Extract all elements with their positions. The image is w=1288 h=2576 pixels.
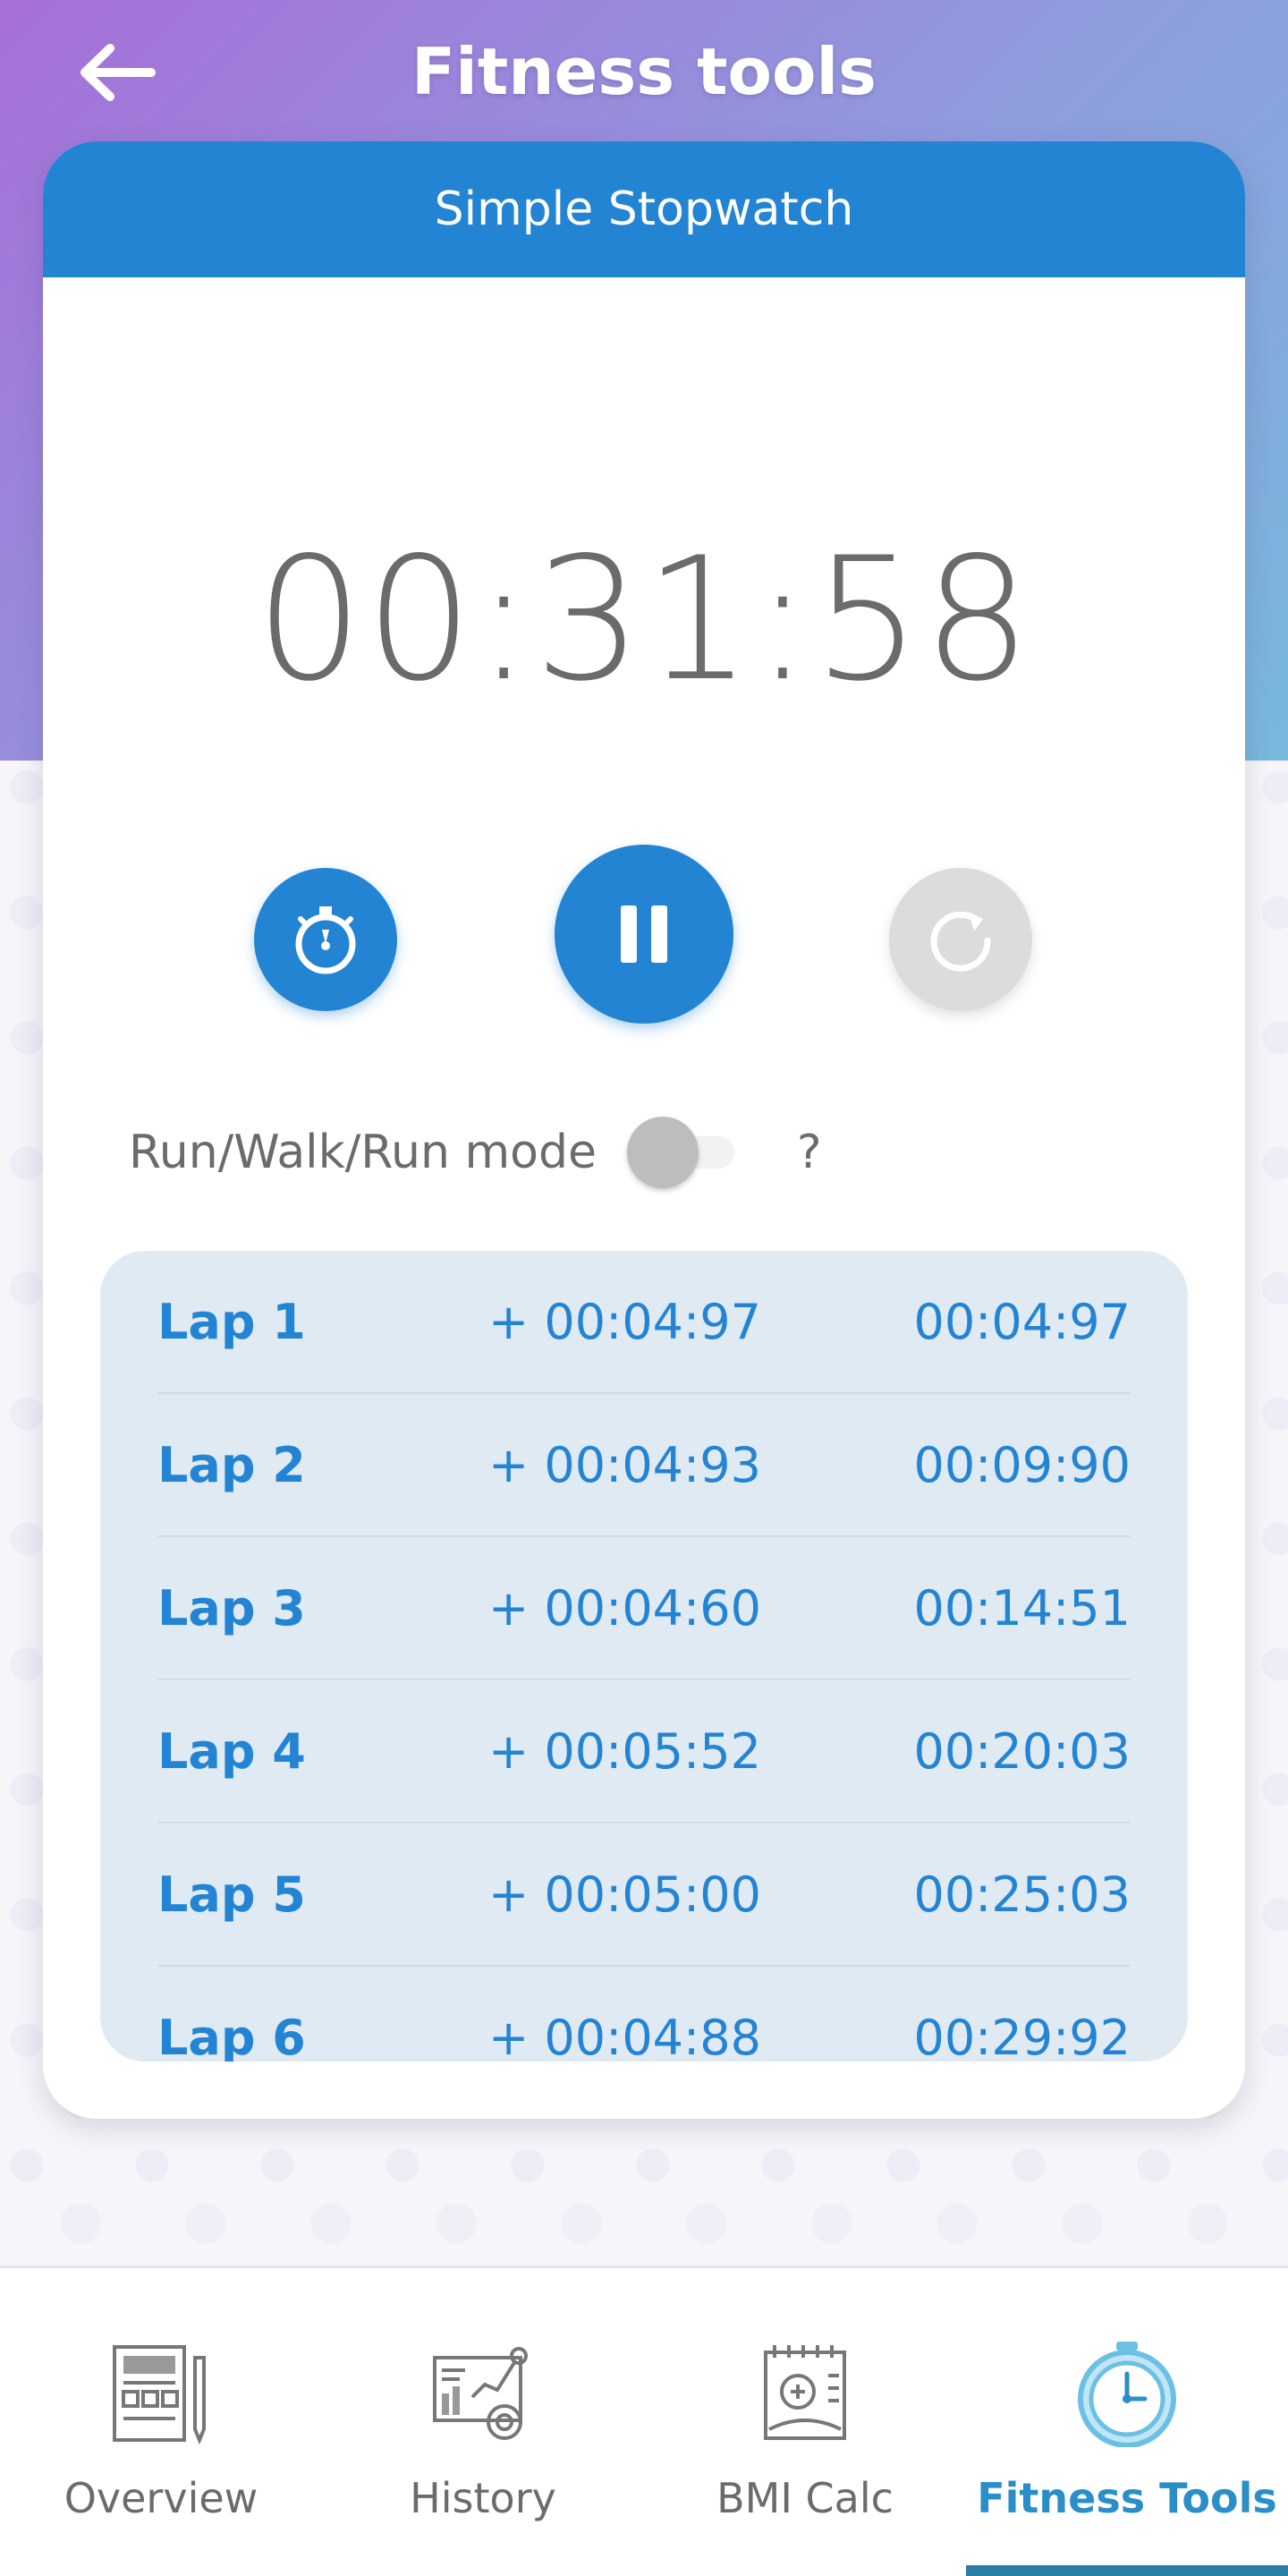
pause-button[interactable]: [555, 845, 733, 1024]
lap-name: Lap 5: [157, 1866, 306, 1923]
lap-total: 00:29:92: [913, 2009, 1131, 2062]
stopwatch-icon: [1078, 2342, 1176, 2447]
lap-total: 00:25:03: [913, 1866, 1131, 1923]
help-button[interactable]: ?: [797, 1126, 822, 1179]
run-walk-mode-row: Run/Walk/Run mode ?: [129, 1108, 934, 1197]
reset-button[interactable]: [889, 868, 1032, 1011]
lap-row: Lap 3 + 00:04:60 00:14:51: [157, 1537, 1131, 1680]
lap-name: Lap 3: [157, 1579, 306, 1637]
lap-row: Lap 1 + 00:04:97 00:04:97: [157, 1251, 1131, 1394]
stopwatch-card: Simple Stopwatch 00:31:58 Run/Walk/Run m…: [43, 141, 1245, 2119]
lap-list: Lap 1 + 00:04:97 00:04:97 Lap 2 + 00:04:…: [100, 1251, 1188, 2062]
lap-name: Lap 1: [157, 1293, 306, 1350]
active-tab-indicator: [966, 2565, 1288, 2576]
bottom-navigation: Overview History BMI Calc Fitness Tools: [0, 2266, 1288, 2576]
lap-total: 00:14:51: [913, 1579, 1131, 1637]
lap-button[interactable]: [254, 868, 397, 1011]
nav-bmi-calc-label: BMI Calc: [716, 2474, 894, 2522]
stopwatch-icon: [295, 906, 356, 974]
lap-split: + 00:04:88: [488, 2009, 761, 2062]
nav-overview-label: Overview: [64, 2474, 258, 2522]
overview-icon: [113, 2345, 206, 2445]
nav-fitness-tools[interactable]: Fitness Tools: [966, 2268, 1288, 2576]
lap-name: Lap 6: [157, 2009, 306, 2062]
lap-total: 00:20:03: [913, 1722, 1131, 1780]
lap-split: + 00:04:93: [488, 1436, 761, 1493]
reset-icon: [930, 911, 991, 972]
history-icon: [433, 2347, 528, 2440]
lap-total: 00:04:97: [913, 1293, 1131, 1350]
card-title: Simple Stopwatch: [43, 141, 1245, 277]
lap-row: Lap 2 + 00:04:93 00:09:90: [157, 1394, 1131, 1537]
nav-bmi-calc[interactable]: BMI Calc: [644, 2268, 966, 2576]
lap-row: Lap 6 + 00:04:88 00:29:92: [157, 1967, 1131, 2062]
nav-overview[interactable]: Overview: [0, 2268, 322, 2576]
stopwatch-display: 00:31:58: [255, 521, 1033, 718]
lap-total: 00:09:90: [913, 1436, 1131, 1493]
lap-split: + 00:05:52: [488, 1722, 761, 1780]
page-title: Fitness tools: [411, 34, 877, 109]
lap-name: Lap 4: [157, 1722, 306, 1780]
bmi-calc-icon: [764, 2345, 846, 2440]
lap-split: + 00:04:97: [488, 1293, 761, 1350]
nav-history-label: History: [410, 2474, 556, 2522]
run-walk-mode-toggle[interactable]: [626, 1117, 743, 1188]
pause-icon: [621, 905, 667, 963]
lap-split: + 00:04:60: [488, 1579, 761, 1637]
lap-name: Lap 2: [157, 1436, 306, 1493]
lap-split: + 00:05:00: [488, 1866, 761, 1923]
toggle-knob: [626, 1117, 699, 1188]
nav-history[interactable]: History: [322, 2268, 644, 2576]
run-walk-mode-label: Run/Walk/Run mode: [129, 1126, 597, 1179]
nav-fitness-tools-label: Fitness Tools: [977, 2474, 1277, 2522]
lap-row: Lap 5 + 00:05:00 00:25:03: [157, 1824, 1131, 1967]
lap-row: Lap 4 + 00:05:52 00:20:03: [157, 1680, 1131, 1824]
